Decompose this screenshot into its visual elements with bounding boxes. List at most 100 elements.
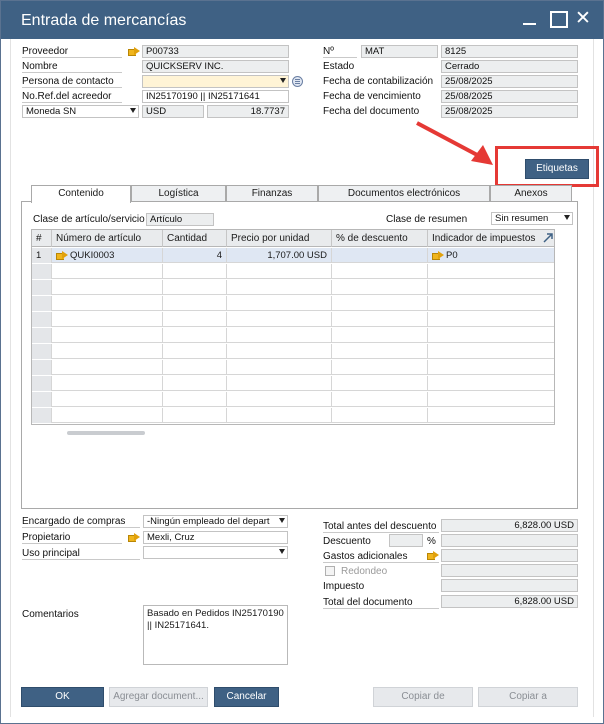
table-row-empty[interactable]: [32, 264, 554, 279]
table-cell[interactable]: [52, 392, 163, 407]
table-cell[interactable]: [52, 296, 163, 311]
table-cell[interactable]: [163, 328, 227, 343]
table-cell[interactable]: [163, 296, 227, 311]
table-cell[interactable]: [227, 296, 332, 311]
col-articulo[interactable]: Número de artículo: [52, 230, 163, 247]
precio-cell[interactable]: 1,707.00 USD: [227, 248, 332, 263]
link-arrow-icon[interactable]: [432, 251, 445, 260]
table-cell[interactable]: [52, 312, 163, 327]
table-cell[interactable]: [332, 312, 428, 327]
table-cell[interactable]: [332, 392, 428, 407]
tab-finanzas[interactable]: Finanzas: [226, 185, 318, 202]
table-cell[interactable]: [332, 328, 428, 343]
table-cell[interactable]: [52, 344, 163, 359]
total-antes-field[interactable]: 6,828.00 USD: [441, 519, 578, 532]
proveedor-field[interactable]: P00733: [142, 45, 289, 58]
table-cell[interactable]: [163, 344, 227, 359]
articulo-cell[interactable]: QUKI0003: [52, 248, 163, 263]
table-cell[interactable]: [332, 344, 428, 359]
link-arrow-icon[interactable]: [427, 551, 440, 560]
table-cell[interactable]: [227, 280, 332, 295]
redondeo-checkbox[interactable]: [325, 566, 335, 576]
table-cell[interactable]: [428, 344, 554, 359]
redondeo-field[interactable]: [441, 564, 578, 577]
table-cell[interactable]: [227, 312, 332, 327]
table-cell[interactable]: [428, 328, 554, 343]
link-arrow-icon[interactable]: [56, 251, 69, 260]
cantidad-cell[interactable]: 4: [163, 248, 227, 263]
table-row-empty[interactable]: [32, 376, 554, 391]
impuesto-field[interactable]: [441, 579, 578, 592]
nombre-field[interactable]: QUICKSERV INC.: [142, 60, 289, 73]
doc-number-field[interactable]: 8125: [441, 45, 578, 58]
etiquetas-button[interactable]: Etiquetas: [525, 159, 589, 179]
table-cell[interactable]: [52, 360, 163, 375]
table-cell[interactable]: [163, 376, 227, 391]
col-cantidad[interactable]: Cantidad: [163, 230, 227, 247]
table-cell[interactable]: [227, 408, 332, 423]
title-bar[interactable]: Entrada de mercancías ✕: [1, 1, 603, 39]
table-row-empty[interactable]: [32, 408, 554, 423]
tab-documentos-electronicos[interactable]: Documentos electrónicos: [318, 185, 490, 202]
table-cell[interactable]: [428, 392, 554, 407]
table-cell[interactable]: [163, 312, 227, 327]
table-cell[interactable]: [428, 312, 554, 327]
table-cell[interactable]: [52, 328, 163, 343]
table-cell[interactable]: [332, 408, 428, 423]
table-cell[interactable]: [332, 296, 428, 311]
estado-field[interactable]: Cerrado: [441, 60, 578, 73]
col-impuesto[interactable]: Indicador de impuestos: [428, 230, 554, 247]
encargado-select[interactable]: -Ningún empleado del depart: [143, 515, 288, 528]
comentarios-textarea[interactable]: Basado en Pedidos IN25170190 || IN251716…: [143, 605, 288, 665]
list-icon[interactable]: [292, 76, 303, 87]
chevron-down-icon[interactable]: [279, 518, 285, 523]
tab-logistica[interactable]: Logística: [131, 185, 226, 202]
descuento-percent-field[interactable]: [389, 534, 423, 547]
tab-anexos[interactable]: Anexos: [490, 185, 572, 202]
maximize-icon[interactable]: [549, 10, 568, 28]
uso-principal-select[interactable]: [143, 546, 288, 559]
persona-contacto-select[interactable]: [142, 75, 289, 88]
minimize-icon[interactable]: [521, 10, 539, 28]
chevron-down-icon[interactable]: [130, 108, 136, 113]
table-row-empty[interactable]: [32, 328, 554, 343]
table-cell[interactable]: [332, 376, 428, 391]
link-arrow-icon[interactable]: [128, 47, 141, 56]
table-cell[interactable]: [428, 408, 554, 423]
cancelar-button[interactable]: Cancelar: [214, 687, 279, 707]
propietario-field[interactable]: Mexli, Cruz: [143, 531, 288, 544]
table-cell[interactable]: [428, 264, 554, 279]
currency-field[interactable]: USD: [142, 105, 204, 118]
descuento-field[interactable]: [441, 534, 578, 547]
table-row[interactable]: 1 QUKI0003 4 1,707.00 USD P0: [32, 248, 554, 263]
table-row-empty[interactable]: [32, 360, 554, 375]
chevron-down-icon[interactable]: [280, 78, 286, 83]
fecha-documento-field[interactable]: 25/08/2025: [441, 105, 578, 118]
table-cell[interactable]: [227, 360, 332, 375]
fecha-vencimiento-field[interactable]: 25/08/2025: [441, 90, 578, 103]
table-cell[interactable]: [227, 264, 332, 279]
no-ref-field[interactable]: IN25170190 || IN25171641: [142, 90, 289, 103]
total-documento-field[interactable]: 6,828.00 USD: [441, 595, 578, 608]
table-cell[interactable]: [52, 408, 163, 423]
series-field[interactable]: MAT: [361, 45, 438, 58]
table-cell[interactable]: [428, 280, 554, 295]
table-row-empty[interactable]: [32, 312, 554, 327]
chevron-down-icon[interactable]: [279, 549, 285, 554]
gastos-field[interactable]: [441, 549, 578, 562]
fecha-contabilizacion-field[interactable]: 25/08/2025: [441, 75, 578, 88]
col-precio[interactable]: Precio por unidad: [227, 230, 332, 247]
table-cell[interactable]: [332, 264, 428, 279]
agregar-documento-button[interactable]: Agregar document...: [109, 687, 208, 707]
table-cell[interactable]: [227, 376, 332, 391]
moneda-select[interactable]: Moneda SN: [22, 105, 139, 118]
link-arrow-icon[interactable]: [128, 533, 141, 542]
table-cell[interactable]: [428, 296, 554, 311]
table-row-empty[interactable]: [32, 280, 554, 295]
table-cell[interactable]: [52, 264, 163, 279]
table-cell[interactable]: [163, 360, 227, 375]
table-cell[interactable]: [52, 376, 163, 391]
table-cell[interactable]: [52, 280, 163, 295]
table-cell[interactable]: [163, 408, 227, 423]
clase-resumen-select[interactable]: Sin resumen: [491, 212, 573, 225]
